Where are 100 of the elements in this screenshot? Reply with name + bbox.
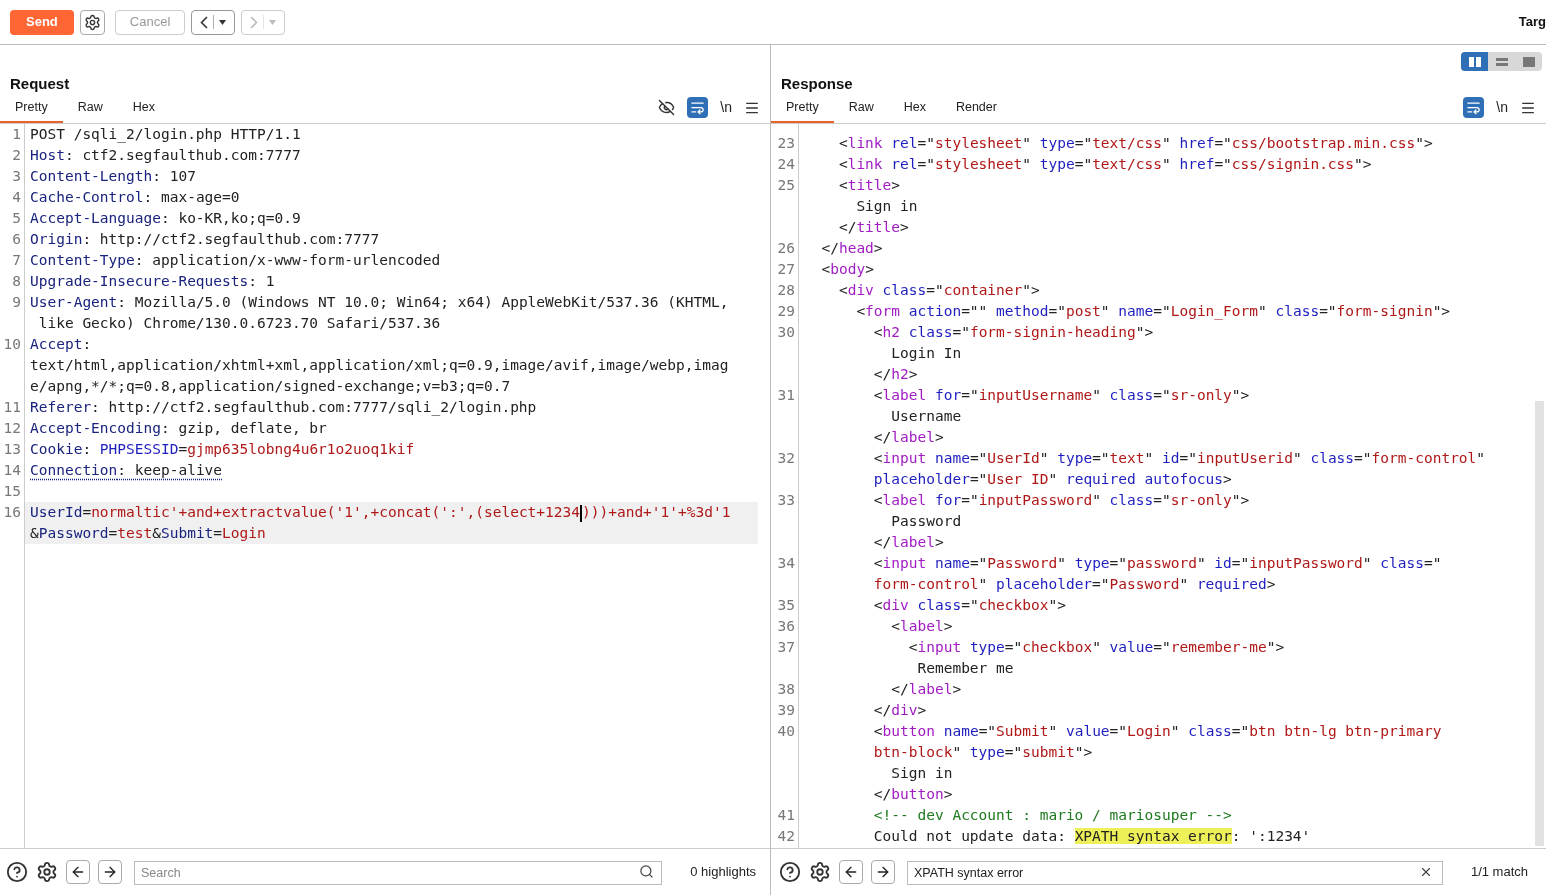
back-button[interactable] [839, 860, 863, 884]
tab[interactable]: Raw [62, 98, 118, 123]
line-number: 9 [12, 294, 21, 310]
code-line: <label> [890, 617, 954, 636]
code-line: Content-Type: application/x-www-form-urlencoded [29, 251, 442, 270]
code-line: btn-block" type="submit"> [872, 743, 1094, 762]
code-line: <div class="checkbox"> [872, 596, 1067, 615]
line-number: 24 [777, 156, 795, 172]
code-line: Accept: [29, 335, 93, 354]
line-number: 6 [12, 231, 21, 247]
chevron-left-icon [200, 15, 209, 29]
newline-toggle[interactable]: \n [718, 97, 734, 118]
line-number: 26 [777, 240, 795, 256]
line-number: 32 [777, 450, 795, 466]
code-line: Password [890, 512, 963, 531]
search-field[interactable]: XPATH syntax error [907, 860, 1443, 885]
caret-icon [219, 19, 227, 25]
forward-button[interactable] [98, 860, 122, 884]
code-line: Cookie: PHPSESSID=gjmp635lobng4u6r1o2uoq1kif [29, 440, 416, 459]
help-icon[interactable] [779, 861, 801, 883]
line-number: 37 [777, 639, 795, 655]
line-number: 27 [777, 261, 795, 277]
back-button[interactable] [66, 860, 90, 884]
newline-toggle[interactable]: \n [1494, 97, 1510, 118]
settings-icon[interactable] [36, 861, 58, 883]
search-field[interactable]: Search [134, 860, 663, 885]
code-line: Upgrade-Insecure-Requests: 1 [29, 272, 276, 291]
line-number: 41 [777, 807, 795, 823]
code-line: </label> [890, 680, 963, 699]
arrow-right-icon [102, 864, 118, 880]
line-number: 36 [777, 618, 795, 634]
code-line: <!-- dev Account : mario / mariosuper --> [872, 806, 1233, 825]
code-line: <body> [820, 260, 875, 279]
tab[interactable]: Render [940, 98, 1012, 123]
line-number: 16 [3, 504, 21, 520]
settings-icon[interactable] [809, 861, 831, 883]
line-number: 25 [777, 177, 795, 193]
code-line: POST /sqli_2/login.php HTTP/1.1 [29, 125, 302, 145]
line-number: 39 [777, 702, 795, 718]
code-line: Host: ctf2.segfaulthub.com:7777 [29, 146, 302, 165]
help-icon[interactable] [6, 861, 28, 883]
code-line: Username [890, 407, 963, 426]
settings-icon[interactable] [79, 9, 105, 35]
code-line: <h2 class="form-signin-heading"> [872, 323, 1155, 342]
code-line: <input type="checkbox" value="remember-me"> [907, 638, 1286, 657]
line-number: 12 [3, 420, 21, 436]
line-number: 28 [777, 282, 795, 298]
code-line: <input name="UserId" type="text" id="inputUserid" class="form-control" [872, 449, 1487, 468]
code-line: <input name="Password" type="password" id="inputPassword" class=" [872, 554, 1443, 573]
code-line: <button name="Submit" value="Login" class="btn btn-lg btn-primary [872, 722, 1443, 741]
tab[interactable]: Hex [888, 98, 941, 123]
chevron-right-icon [250, 15, 259, 29]
wrap-icon[interactable] [1463, 97, 1485, 118]
line-number: 33 [777, 492, 795, 508]
forward-button[interactable] [871, 860, 895, 884]
arrow-left-icon [70, 864, 86, 880]
line-number: 2 [12, 147, 21, 163]
back-dropdown-button[interactable] [191, 9, 236, 35]
line-number: 8 [12, 273, 21, 289]
code-line: placeholder="User ID" required autofocus> [872, 470, 1233, 489]
code-line: Cache-Control: max-age=0 [29, 188, 241, 207]
highlights-count: 0 highlights [690, 863, 756, 882]
code-line: </title> [837, 218, 910, 237]
code-line: e/apng,*/*;q=0.8,application/signed-exchange;v=b3;q=0.7 [29, 377, 512, 396]
line-number: 40 [777, 723, 795, 739]
code-line: Login In [890, 344, 963, 363]
code-line: <label for="inputUsername" class="sr-only"> [872, 386, 1251, 405]
code-line: form-control" placeholder="Password" required> [872, 575, 1277, 594]
code-line: <div class="container"> [837, 281, 1041, 300]
code-line: <label for="inputPassword" class="sr-only"> [872, 491, 1251, 510]
tab[interactable]: Pretty [0, 98, 63, 123]
code-line: </div> [872, 701, 928, 720]
rows-icon [1495, 56, 1508, 67]
layout-toggle[interactable] [1461, 52, 1488, 71]
search-icon[interactable] [639, 863, 655, 879]
code-line: Origin: http://ctf2.segfaulthub.com:7777 [29, 230, 381, 249]
columns-icon [1468, 56, 1481, 67]
code-line: Content-Length: 107 [29, 167, 197, 186]
line-number: 14 [3, 462, 21, 478]
tab[interactable]: Hex [117, 98, 170, 123]
line-number: 13 [3, 441, 21, 457]
wrap-icon[interactable] [687, 97, 709, 118]
code-line: User-Agent: Mozilla/5.0 (Windows NT 10.0; Win64; x64) AppleWebKit/537.36 (KHTML, [29, 293, 730, 312]
line-number: 11 [3, 399, 21, 415]
code-line: Accept-Language: ko-KR,ko;q=0.9 [29, 209, 302, 228]
caret-icon [269, 19, 277, 25]
code-line: Remember me [916, 659, 1015, 678]
arrow-right-icon [875, 864, 891, 880]
panel-title: Request [9, 74, 70, 94]
match-count: 1/1 match [1470, 863, 1528, 882]
line-number: 30 [777, 324, 795, 340]
panel-title: Response [780, 74, 853, 94]
tab[interactable]: Raw [833, 98, 889, 123]
tab[interactable]: Pretty [771, 98, 834, 123]
code-line: <link rel="stylesheet" type="text/css" href="css/bootstrap.min.css"> [837, 134, 1434, 153]
single-pane-icon [1522, 56, 1535, 67]
line-number: 5 [12, 210, 21, 226]
line-number: 42 [777, 828, 795, 844]
code-line: Could not update data: XPATH syntax error: ':1234' [872, 827, 1312, 846]
code-line: <form action="" method="post" name="Login_Form" class="form-signin"> [855, 302, 1452, 322]
